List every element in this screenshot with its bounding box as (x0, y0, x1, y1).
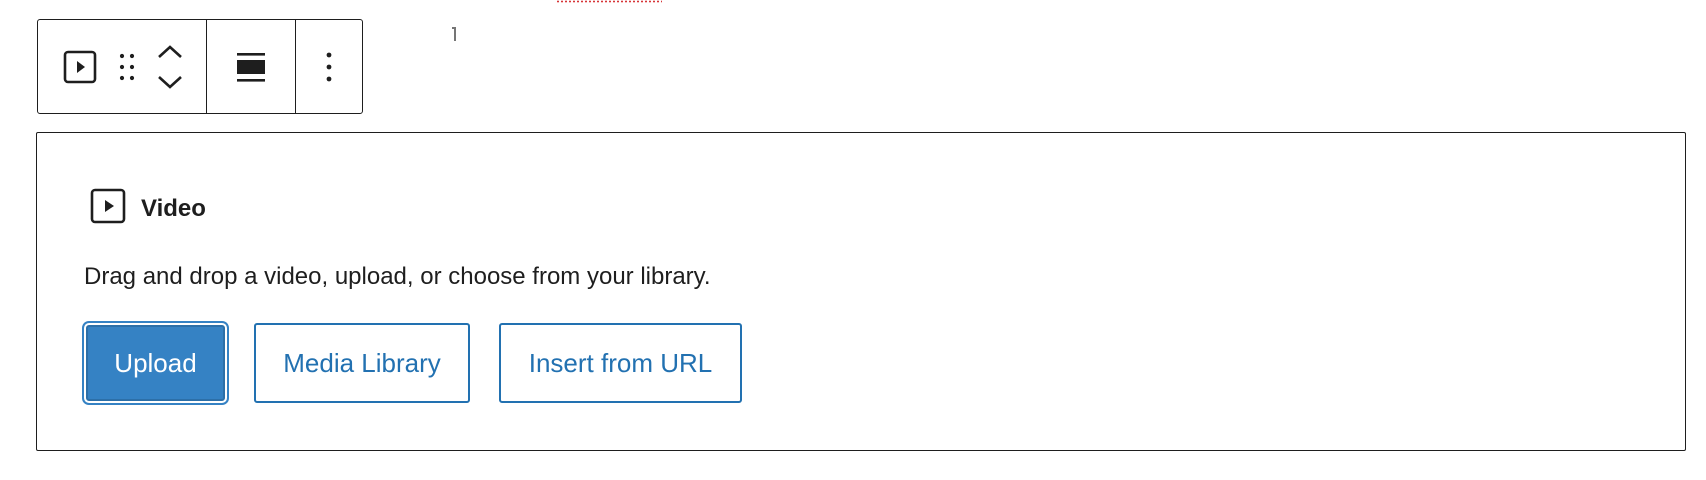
media-library-button[interactable]: Media Library (254, 323, 470, 403)
chevron-up-icon (156, 44, 184, 60)
more-vertical-icon (324, 51, 334, 83)
block-options-button[interactable] (324, 51, 334, 83)
block-toolbar (37, 19, 363, 114)
placeholder-actions: Upload Media Library Insert from URL (82, 323, 742, 403)
align-wide-icon (235, 51, 267, 83)
block-toolbar-options-group (295, 20, 362, 113)
video-play-icon (89, 187, 127, 230)
insert-from-url-button[interactable]: Insert from URL (499, 323, 742, 403)
drag-handle-button[interactable] (116, 52, 138, 82)
block-type-video-button[interactable] (62, 49, 98, 85)
align-button[interactable] (235, 51, 267, 83)
upload-button[interactable]: Upload (86, 325, 225, 401)
placeholder-label: Video (89, 187, 206, 230)
block-movers (156, 44, 184, 90)
move-up-button[interactable] (156, 44, 184, 60)
move-down-button[interactable] (156, 74, 184, 90)
placeholder-instructions: Drag and drop a video, upload, or choose… (84, 263, 711, 290)
drag-handle-icon (116, 52, 138, 82)
video-play-icon (62, 49, 98, 85)
block-toolbar-align-group (206, 20, 295, 113)
chevron-down-icon (156, 74, 184, 90)
block-toolbar-primary-group (38, 20, 206, 113)
spellcheck-underline (556, 0, 662, 3)
toolbar-edge-marker (452, 27, 456, 41)
video-placeholder-block[interactable]: Video Drag and drop a video, upload, or … (36, 132, 1686, 451)
placeholder-title: Video (141, 194, 206, 222)
